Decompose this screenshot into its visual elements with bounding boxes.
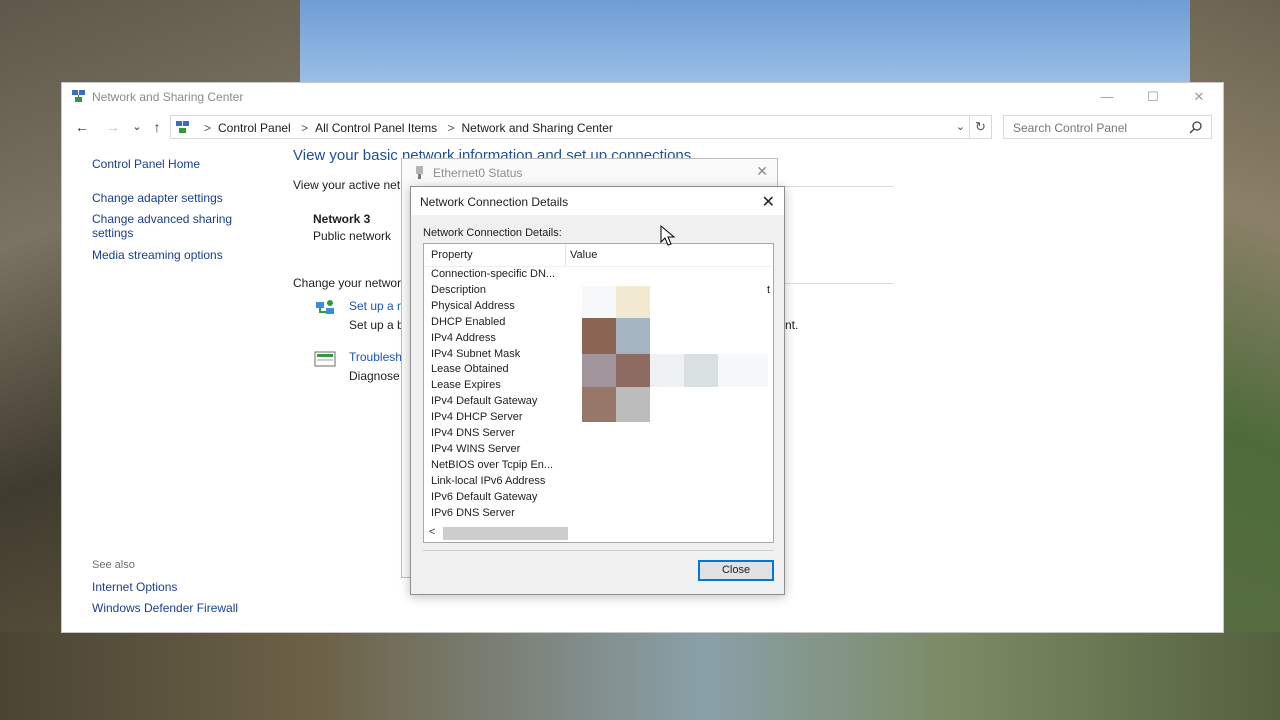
refresh-icon[interactable]: ↻ [970,115,992,139]
details-title-bar: Network Connection Details ✕ [411,187,784,215]
horizontal-scrollbar[interactable]: < [424,525,773,542]
list-header: Property Value [424,244,773,267]
address-bar: ← → ⌄ ↑ > Control Panel > All Control Pane… [62,115,1223,139]
maximize-button[interactable]: ☐ [1130,83,1176,111]
windows-defender-firewall-link[interactable]: Windows Defender Firewall [92,601,238,615]
troubleshoot-description: Diagnose [349,369,400,383]
troubleshoot-icon [314,351,336,367]
title-bar: Network and Sharing Center — ☐ ✕ [62,83,1223,111]
list-item[interactable]: IPv4 DHCP Server [431,411,523,423]
minimize-button[interactable]: — [1084,83,1130,111]
search-input[interactable]: Search Control Panel [1003,115,1212,139]
list-item[interactable]: Lease Obtained [431,363,509,375]
list-item[interactable]: Description [431,284,486,296]
control-panel-icon [176,121,189,133]
sidebar-item-change-advanced-sharing[interactable]: Change advanced sharing settings [92,212,252,240]
list-item[interactable]: IPv4 DNS Server [431,427,515,439]
breadcrumb: > Control Panel > All Control Panel Items … [204,121,613,135]
list-item[interactable]: Connection-specific DN... [431,268,555,280]
breadcrumb-item[interactable]: Control Panel [218,121,291,135]
network-connection-details-dialog: Network Connection Details ✕ Network Con… [410,186,785,595]
sidebar-item-change-adapter-settings[interactable]: Change adapter settings [92,191,223,205]
internet-options-link[interactable]: Internet Options [92,580,177,594]
recent-locations-icon[interactable]: ⌄ [128,118,146,136]
ethernet-status-close-button[interactable]: ✕ [756,163,768,180]
network-type: Public network [313,229,392,243]
new-connection-icon [316,300,334,314]
column-header-value[interactable]: Value [570,249,597,261]
divider [423,550,774,551]
close-button[interactable]: Close [698,560,774,581]
troubleshoot-link[interactable]: Troublesh [349,350,402,364]
address-field[interactable]: > Control Panel > All Control Panel Items … [170,115,970,139]
list-item[interactable]: IPv4 WINS Server [431,443,520,455]
list-item[interactable]: Lease Expires [431,379,501,391]
setup-connection-description: Set up a b [349,318,404,332]
list-item[interactable]: Physical Address [431,300,515,312]
up-arrow-icon[interactable]: ↑ [148,118,166,136]
sidebar-item-media-streaming[interactable]: Media streaming options [92,248,223,262]
details-list-label: Network Connection Details: [423,227,562,239]
list-item[interactable]: IPv6 DNS Server [431,507,515,519]
search-icon[interactable] [1189,120,1203,134]
window-title: Network and Sharing Center [92,90,244,104]
scroll-left-icon[interactable]: < [429,526,435,538]
list-item[interactable]: IPv4 Default Gateway [431,395,537,407]
see-also-heading: See also [92,559,135,571]
setup-connection-description-tail: nt. [785,318,799,332]
details-dialog-title: Network Connection Details [420,195,569,209]
network-center-icon [72,90,85,102]
details-list-view[interactable]: Property Value Connection-specific DN...… [423,243,774,543]
ethernet-icon [416,166,423,179]
forward-arrow-icon[interactable]: → [104,118,122,136]
scrollbar-thumb[interactable] [443,527,568,540]
change-settings-heading: Change your networ [293,276,402,290]
setup-connection-link[interactable]: Set up a n [349,299,404,313]
list-item[interactable]: NetBIOS over Tcpip En... [431,459,553,471]
back-arrow-icon[interactable]: ← [73,118,91,136]
list-item[interactable]: IPv6 Default Gateway [431,491,537,503]
description-value-tail: t [767,284,771,296]
list-item[interactable]: DHCP Enabled [431,316,505,328]
search-placeholder: Search Control Panel [1013,121,1128,135]
ethernet-status-title: Ethernet0 Status [433,166,523,180]
close-window-button[interactable]: ✕ [1176,83,1222,111]
mouse-pointer-icon [660,225,676,246]
active-networks-label: View your active net [293,178,401,192]
network-name: Network 3 [313,212,371,226]
list-item[interactable]: IPv4 Address [431,332,496,344]
desktop-background-water [0,632,1280,720]
column-divider[interactable] [565,244,566,266]
breadcrumb-item[interactable]: Network and Sharing Center [462,121,613,135]
list-item[interactable]: IPv4 Subnet Mask [431,348,520,360]
details-close-icon[interactable]: ✕ [762,192,775,212]
column-header-property[interactable]: Property [431,249,473,261]
list-item[interactable]: Link-local IPv6 Address [431,475,545,487]
breadcrumb-item[interactable]: All Control Panel Items [315,121,437,135]
sidebar-item-control-panel-home[interactable]: Control Panel Home [92,157,200,171]
address-dropdown-icon[interactable]: ⌄ [956,120,965,133]
